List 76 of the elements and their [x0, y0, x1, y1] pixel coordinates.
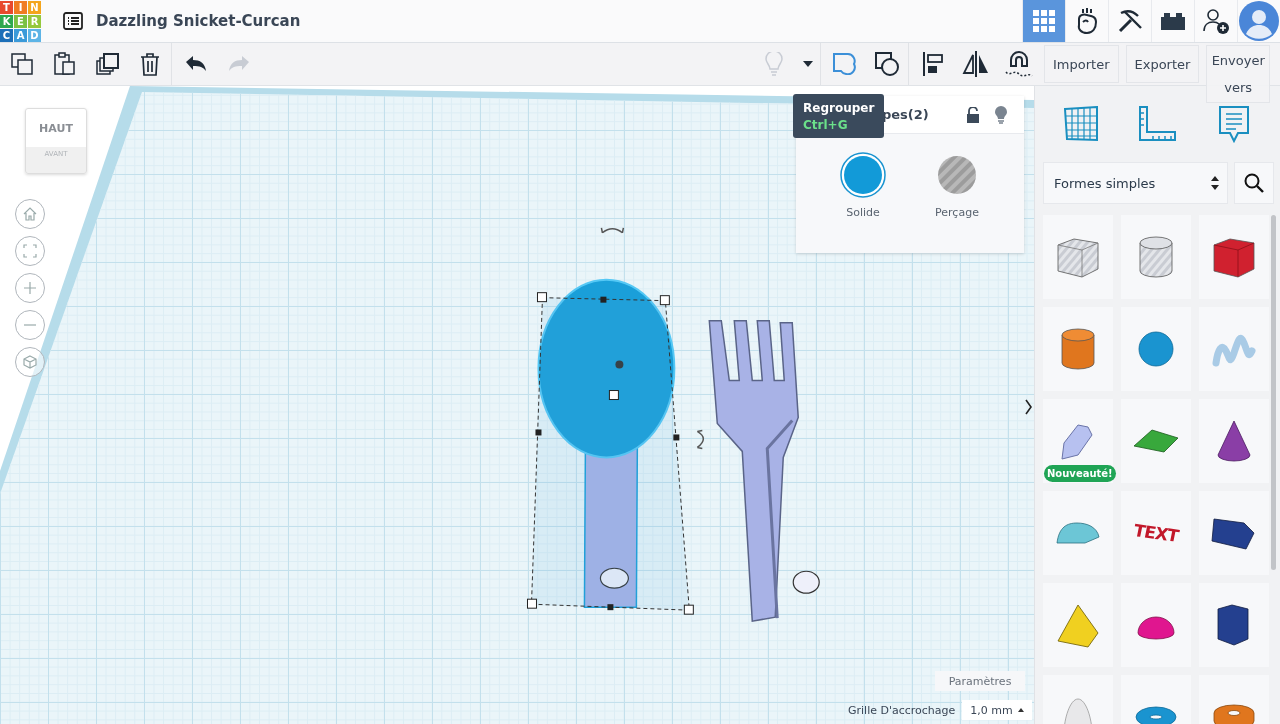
shape-tile[interactable]: [1199, 399, 1269, 483]
send-to-button[interactable]: Envoyer vers: [1206, 45, 1270, 103]
search-button[interactable]: [1234, 162, 1274, 204]
export-button[interactable]: Exporter: [1125, 45, 1200, 83]
tooltip-shortcut: Ctrl+G: [803, 118, 849, 132]
rotate-handle-icon[interactable]: [696, 429, 705, 450]
align-icon: [921, 52, 944, 76]
fit-view-icon: [23, 244, 37, 258]
shape-tile[interactable]: [1121, 399, 1191, 483]
fork-model[interactable]: [708, 319, 820, 623]
import-button[interactable]: Importer: [1044, 45, 1119, 83]
rotate-handle-icon[interactable]: [600, 227, 625, 234]
ungroup-icon: [875, 52, 899, 76]
brick-icon: [1160, 11, 1186, 31]
project-title[interactable]: Dazzling Snicket-Curcan: [96, 12, 301, 30]
duplicate-icon: [95, 52, 120, 76]
zoom-out-icon: [23, 323, 37, 327]
lightbulb-icon[interactable]: [994, 105, 1008, 124]
settings-button[interactable]: Paramètres: [935, 671, 1025, 691]
shape-tile[interactable]: [1199, 215, 1269, 299]
shape-tile[interactable]: [1043, 307, 1113, 391]
trash-icon: [140, 52, 160, 76]
shape-tile[interactable]: [1199, 307, 1269, 391]
shape-tile[interactable]: [1043, 491, 1113, 575]
home-icon: [23, 207, 37, 221]
grid-icon: [1063, 106, 1100, 142]
cube-icon: [23, 355, 37, 369]
option-label: Perçage: [935, 206, 979, 219]
mirror-icon: [961, 51, 990, 77]
view-control-button[interactable]: [15, 347, 45, 377]
shape-tile[interactable]: [1199, 583, 1269, 667]
snap-grid-select[interactable]: 1,0 mm: [962, 700, 1033, 720]
shape-tile[interactable]: [1043, 583, 1113, 667]
round-roof-shape-icon: [1056, 522, 1100, 544]
logo[interactable]: T I N K E R C A D: [0, 0, 41, 42]
lightbulb-icon: [764, 52, 783, 76]
chevron-right-icon: [1024, 399, 1032, 415]
magnet-icon: [1004, 50, 1033, 78]
shape-tile[interactable]: [1199, 491, 1269, 575]
shape-tile[interactable]: [1121, 307, 1191, 391]
ruler-icon: [1138, 106, 1177, 142]
caret-up-icon: [1018, 708, 1025, 712]
paste-icon: [53, 52, 76, 76]
group-icon: [832, 53, 857, 75]
tube-shape-icon: [1213, 704, 1255, 724]
shape-tile[interactable]: [1043, 215, 1113, 299]
zoom-in-icon: [23, 281, 37, 295]
avatar-icon: [1239, 1, 1279, 41]
sort-arrows-icon: [1211, 176, 1219, 190]
category-select[interactable]: Formes simples: [1043, 162, 1228, 204]
shape-tile[interactable]: [1121, 583, 1191, 667]
tooltip-title: Regrouper: [803, 101, 875, 115]
snap-grid-label: Grille D'accrochage: [848, 703, 956, 717]
undo-icon: [184, 56, 207, 72]
list-icon[interactable]: [63, 12, 83, 30]
note-icon: [1217, 105, 1250, 143]
search-icon: [1244, 173, 1264, 193]
view-cube-top-label: HAUT: [39, 122, 73, 135]
spoon-model[interactable]: [537, 278, 676, 608]
add-user-icon: [1202, 7, 1230, 35]
grid-icon: [1033, 10, 1055, 32]
roof-shape-icon: [1133, 429, 1179, 453]
pickaxe-icon: [1117, 8, 1143, 34]
shape-tile[interactable]: TEXT: [1121, 491, 1191, 575]
caret-icon: [802, 61, 813, 67]
avatar-button[interactable]: [1237, 0, 1280, 42]
text-shape-label: TEXT: [1134, 519, 1178, 547]
torus-shape-icon: [1135, 706, 1177, 724]
view-control-button[interactable]: [15, 199, 45, 229]
lock-icon[interactable]: [966, 106, 980, 123]
copy-icon: [10, 53, 33, 75]
option-label: Solide: [846, 206, 880, 219]
shape-tile[interactable]: [1121, 215, 1191, 299]
redo-icon: [227, 56, 250, 72]
solid-color-swatch[interactable]: [840, 152, 886, 198]
new-badge: Nouveauté!: [1044, 465, 1116, 482]
